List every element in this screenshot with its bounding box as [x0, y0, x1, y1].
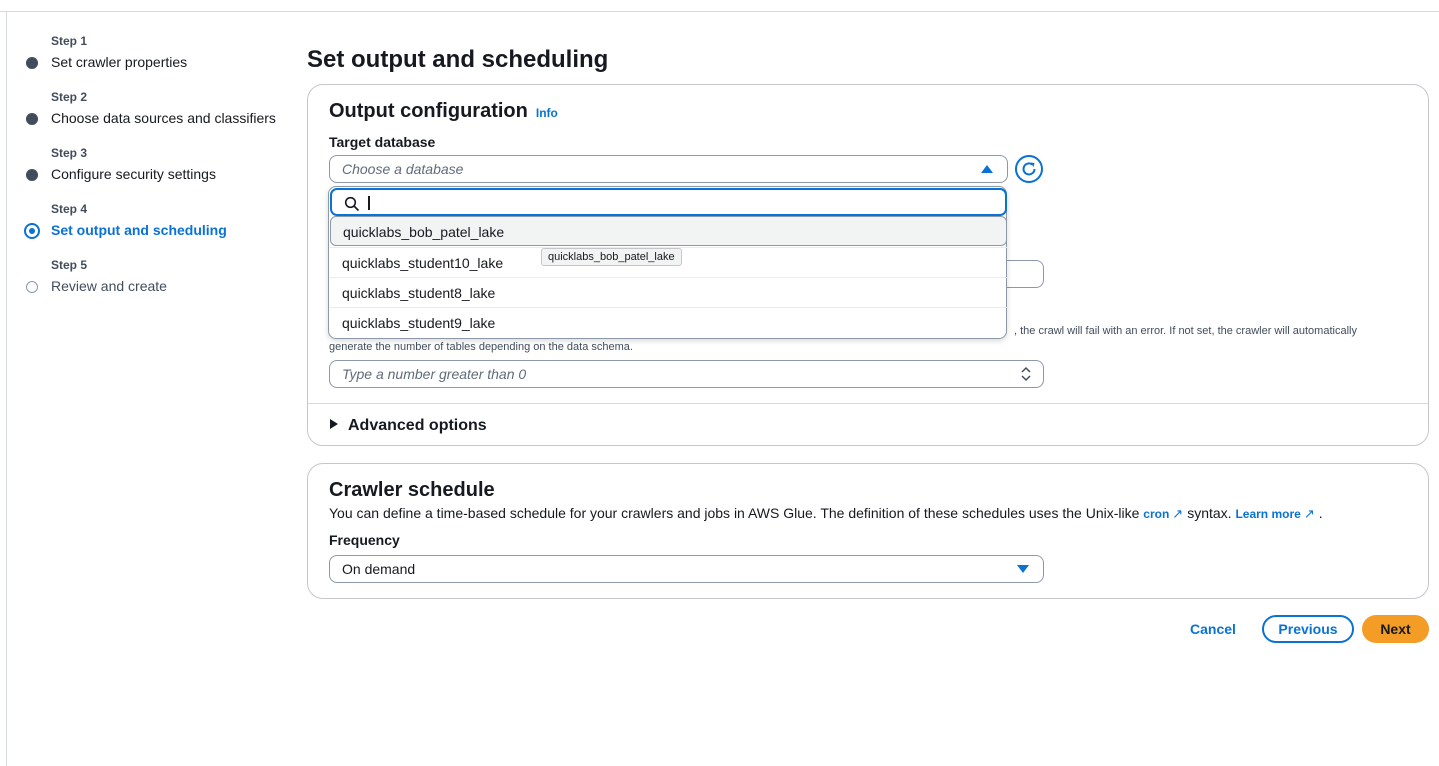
step-current-icon: [24, 223, 40, 239]
step-number: Step 1: [51, 34, 88, 48]
max-tables-input[interactable]: Type a number greater than 0: [329, 360, 1044, 388]
option-tooltip: quicklabs_bob_patel_lake: [541, 248, 682, 266]
section-divider: [308, 403, 1428, 404]
caret-right-icon: [330, 419, 338, 429]
max-tables-description-line2: generate the number of tables depending …: [329, 341, 633, 353]
previous-button[interactable]: Previous: [1262, 615, 1354, 643]
step-label: Set output and scheduling: [51, 222, 227, 238]
target-database-select[interactable]: Choose a database: [329, 155, 1008, 183]
step-number: Step 4: [51, 202, 88, 216]
step-number: Step 5: [51, 258, 88, 272]
spinner-icon[interactable]: [1021, 366, 1031, 382]
step-label: Configure security settings: [51, 166, 216, 182]
external-link-icon: ↗: [1303, 506, 1315, 521]
dropdown-option[interactable]: quicklabs_student8_lake: [330, 277, 1007, 307]
database-search-input[interactable]: [330, 188, 1007, 216]
step-completed-icon: [26, 113, 38, 125]
frequency-label: Frequency: [329, 532, 400, 548]
search-icon: [344, 196, 360, 212]
schedule-description-text: You can define a time-based schedule for…: [329, 505, 1140, 521]
refresh-icon: [1022, 162, 1036, 176]
step-label: Choose data sources and classifiers: [51, 110, 276, 126]
crawler-schedule-title: Crawler schedule: [329, 479, 495, 501]
target-database-placeholder: Choose a database: [342, 161, 464, 177]
external-link-icon: ↗: [1172, 506, 1184, 521]
page-title: Set output and scheduling: [307, 46, 609, 73]
output-configuration-title: Output configuration: [329, 100, 528, 122]
step-number: Step 2: [51, 90, 88, 104]
advanced-options-toggle[interactable]: Advanced options: [330, 417, 487, 435]
cron-link[interactable]: cron: [1143, 507, 1169, 521]
top-bar: [0, 0, 1439, 12]
frequency-select[interactable]: On demand: [329, 555, 1044, 583]
caret-up-icon: [981, 165, 993, 173]
dropdown-option[interactable]: quicklabs_bob_patel_lake: [330, 216, 1007, 246]
learn-more-link[interactable]: Learn more: [1235, 507, 1300, 521]
schedule-description: You can define a time-based schedule for…: [329, 505, 1323, 522]
output-configuration-heading: Output configuration Info: [329, 100, 558, 123]
left-divider: [6, 12, 7, 766]
step-label: Set crawler properties: [51, 54, 188, 70]
dropdown-option[interactable]: quicklabs_student9_lake: [330, 307, 1007, 337]
max-tables-description-tail: , the crawl will fail with an error. If …: [1014, 325, 1357, 337]
crawler-schedule-panel: Crawler schedule You can define a time-b…: [307, 463, 1429, 599]
frequency-value: On demand: [342, 561, 416, 577]
max-tables-placeholder: Type a number greater than 0: [342, 366, 527, 382]
step-label: Review and create: [51, 278, 167, 294]
step-completed-icon: [26, 57, 38, 69]
schedule-description-syntax: syntax.: [1187, 505, 1232, 521]
advanced-options-label: Advanced options: [348, 417, 487, 434]
step-number: Step 3: [51, 146, 88, 160]
target-database-label: Target database: [329, 134, 436, 150]
refresh-button[interactable]: [1015, 155, 1043, 183]
caret-down-icon: [1017, 565, 1029, 573]
text-cursor: [368, 196, 370, 210]
cancel-button[interactable]: Cancel: [1181, 615, 1245, 643]
step-completed-icon: [26, 169, 38, 181]
step-pending-icon: [26, 281, 38, 293]
schedule-description-period: .: [1318, 505, 1323, 521]
next-button[interactable]: Next: [1362, 615, 1429, 643]
info-link[interactable]: Info: [536, 106, 558, 120]
